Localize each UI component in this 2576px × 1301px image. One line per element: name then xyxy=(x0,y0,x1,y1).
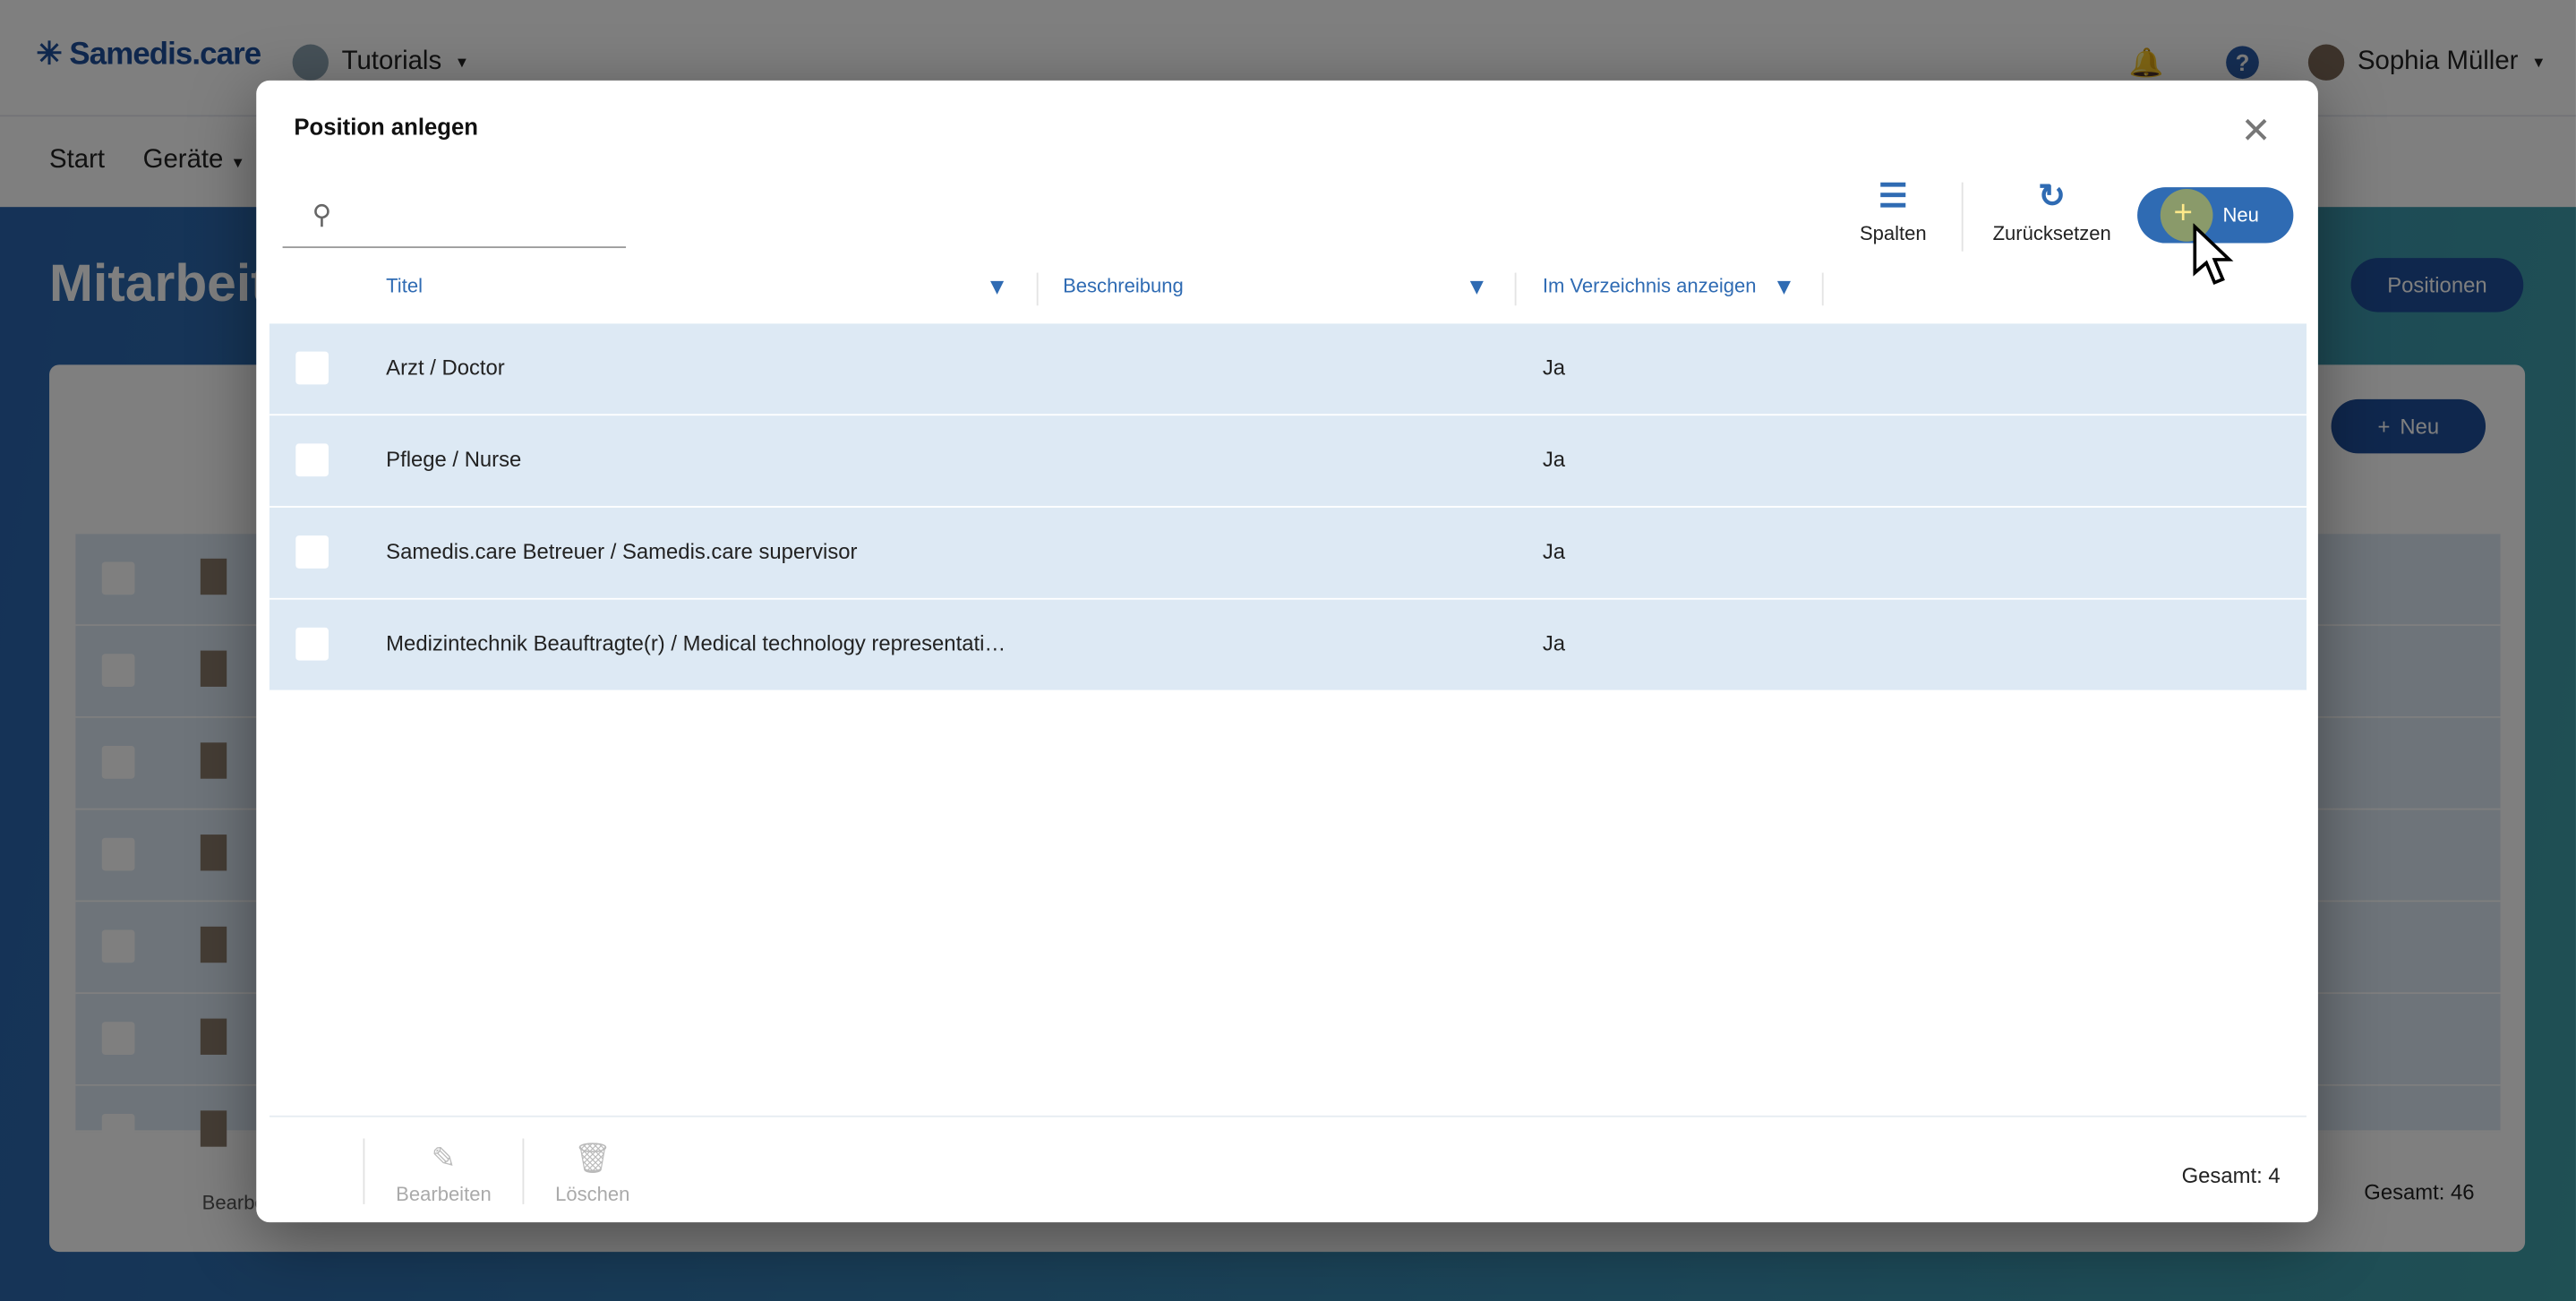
row-show: Ja xyxy=(1543,631,1565,656)
table-row[interactable]: Arzt / Doctor Ja xyxy=(270,323,2306,415)
table-row[interactable]: Medizintechnik Beauftragte(r) / Medical … xyxy=(270,600,2306,692)
row-show: Ja xyxy=(1543,447,1565,472)
toolbar-divider xyxy=(1962,183,1964,252)
columns-label: Spalten xyxy=(1860,222,1927,245)
table-row[interactable]: Pflege / Nurse Ja xyxy=(270,415,2306,508)
reset-label: Zurücksetzen xyxy=(1993,222,2111,245)
search-field[interactable] xyxy=(355,199,608,227)
filter-icon[interactable]: ▼ xyxy=(1773,273,1795,299)
column-header-show-in-directory[interactable]: Im Verzeichnis anzeigen xyxy=(1543,274,1757,297)
footer-divider xyxy=(363,1139,364,1204)
row-title: Pflege / Nurse xyxy=(386,447,521,472)
trash-icon: 🗑 xyxy=(574,1142,612,1177)
edit-label: Bearbeiten xyxy=(396,1183,492,1206)
row-checkbox[interactable] xyxy=(295,352,329,385)
search-icon: ⚲ xyxy=(312,199,332,232)
create-position-dialog: Position anlegen ✕ ⚲ ☰ Spalten ↻ Zurückset… xyxy=(256,81,2318,1222)
edit-button[interactable]: ✎ Bearbeiten xyxy=(396,1142,492,1206)
column-header-title[interactable]: Titel xyxy=(386,274,423,297)
table-row[interactable]: Samedis.care Betreuer / Samedis.care sup… xyxy=(270,508,2306,600)
columns-button[interactable]: ☰ Spalten xyxy=(1860,179,1927,244)
row-checkbox[interactable] xyxy=(295,628,329,661)
total-count: Gesamt: 4 xyxy=(2182,1163,2281,1188)
mouse-cursor-icon xyxy=(2192,224,2235,289)
column-divider[interactable] xyxy=(1515,273,1517,306)
column-header-description[interactable]: Beschreibung xyxy=(1063,274,1184,297)
row-title: Medizintechnik Beauftragte(r) / Medical … xyxy=(386,631,1006,656)
plus-icon: + xyxy=(2173,195,2192,233)
close-icon[interactable]: ✕ xyxy=(2241,110,2272,153)
row-title: Arzt / Doctor xyxy=(386,355,505,380)
footer-divider xyxy=(270,1116,2306,1117)
dialog-title: Position anlegen xyxy=(294,114,478,140)
footer-divider xyxy=(522,1139,524,1204)
reset-button[interactable]: ↻ Zurücksetzen xyxy=(1993,179,2111,244)
search-input[interactable]: ⚲ xyxy=(283,189,626,248)
column-divider[interactable] xyxy=(1822,273,1824,306)
filter-icon[interactable]: ▼ xyxy=(986,273,1008,299)
sliders-icon: ☰ xyxy=(1879,179,1908,215)
refresh-icon: ↻ xyxy=(2038,179,2066,215)
delete-button[interactable]: 🗑 Löschen xyxy=(555,1142,629,1206)
row-title: Samedis.care Betreuer / Samedis.care sup… xyxy=(386,539,857,564)
row-show: Ja xyxy=(1543,539,1565,564)
row-checkbox[interactable] xyxy=(295,535,329,569)
filter-icon[interactable]: ▼ xyxy=(1466,273,1488,299)
delete-label: Löschen xyxy=(555,1183,629,1206)
pencil-icon: ✎ xyxy=(432,1142,457,1177)
column-divider[interactable] xyxy=(1037,273,1039,306)
row-checkbox[interactable] xyxy=(295,443,329,476)
row-show: Ja xyxy=(1543,355,1565,380)
